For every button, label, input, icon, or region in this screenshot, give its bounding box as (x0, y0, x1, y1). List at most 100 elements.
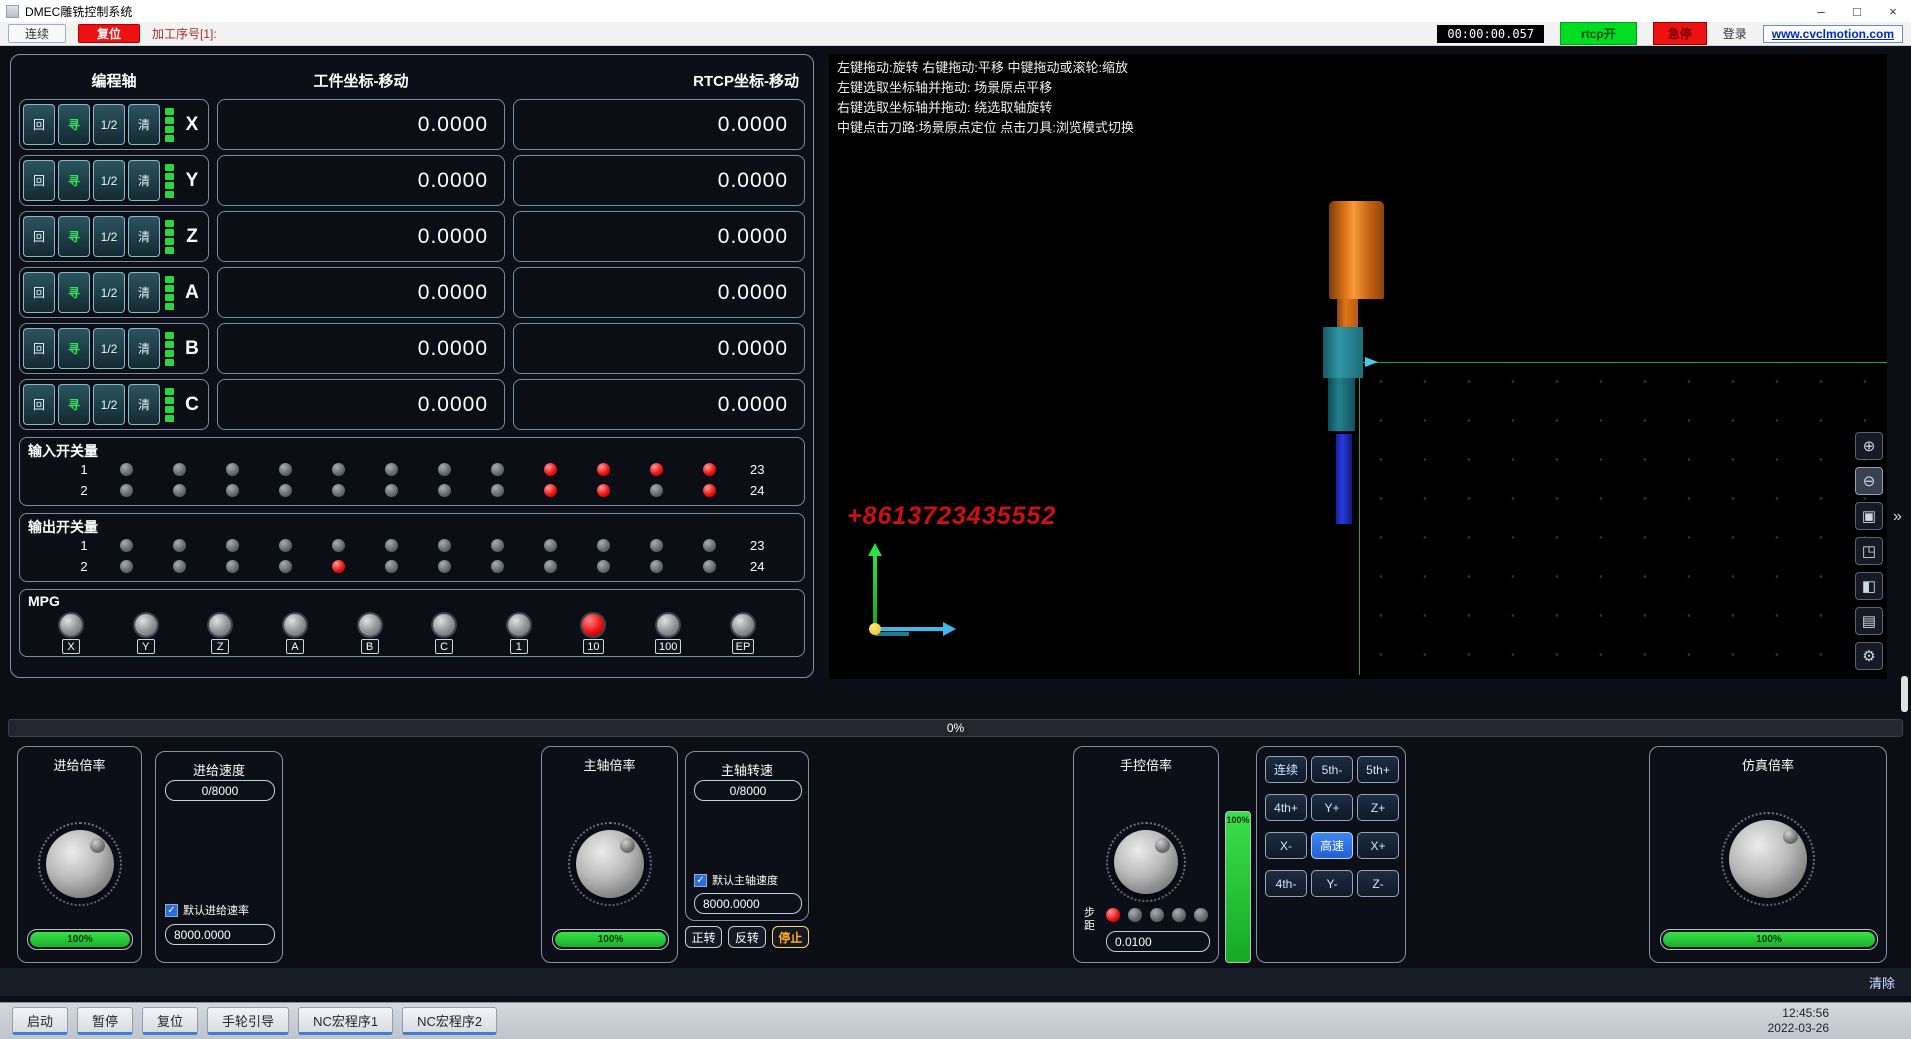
jog-x-minus-button[interactable]: X- (1265, 832, 1307, 859)
axis-c-half-button[interactable]: 1/2 (93, 384, 125, 425)
jog-y-minus-button[interactable]: Y- (1311, 870, 1353, 897)
login-button[interactable]: 登录 (1723, 25, 1747, 42)
axis-y-seek-button[interactable]: 寻 (58, 160, 90, 201)
mpg-ep-button[interactable]: EP (730, 612, 756, 654)
axis-led-indicator (165, 388, 174, 422)
triad-x-axis[interactable] (875, 627, 945, 631)
spindle-override-knob[interactable] (576, 830, 644, 898)
led-segment (165, 332, 174, 339)
handwheel-guide-button[interactable]: 手轮引导 (207, 1007, 289, 1035)
mpg-button-label: B (361, 639, 379, 654)
mpg-x10-button[interactable]: 10 (580, 612, 606, 654)
jog-4th-plus-button[interactable]: 4th+ (1265, 794, 1307, 821)
mpg-x100-button[interactable]: 100 (655, 612, 681, 654)
axis-x-clear-button[interactable]: 清 (128, 104, 160, 145)
axis-a-seek-button[interactable]: 寻 (58, 272, 90, 313)
minimize-button[interactable]: – (1803, 0, 1839, 22)
nc-macro-2-button[interactable]: NC宏程序2 (402, 1007, 497, 1035)
maximize-button[interactable]: □ (1839, 0, 1875, 22)
3d-viewport[interactable]: 左键拖动:旋转 右键拖动:平移 中键拖动或滚轮:缩放左键选取坐标轴并拖动: 场景… (829, 54, 1887, 679)
jog-x-plus-button[interactable]: X+ (1357, 832, 1399, 859)
jog-z-minus-button[interactable]: Z- (1357, 870, 1399, 897)
start-button[interactable]: 启动 (12, 1007, 68, 1035)
axis-a-clear-button[interactable]: 清 (128, 272, 160, 313)
axis-c-seek-button[interactable]: 寻 (58, 384, 90, 425)
axis-button-group: 回寻1/2清A (19, 267, 209, 318)
close-button[interactable]: × (1875, 0, 1911, 22)
axis-b-seek-button[interactable]: 寻 (58, 328, 90, 369)
mpg-x1-button[interactable]: 1 (506, 612, 532, 654)
default-spindle-value-field[interactable]: 8000.0000 (694, 893, 802, 914)
triad-z-axis[interactable] (873, 555, 877, 629)
axis-z-half-button[interactable]: 1/2 (93, 216, 125, 257)
spindle-stop-button[interactable]: 停止 (772, 926, 809, 948)
jog-y-plus-button[interactable]: Y+ (1311, 794, 1353, 821)
axis-z-home-button[interactable]: 回 (23, 216, 55, 257)
rtcp-toggle-button[interactable]: rtcp开 (1560, 22, 1637, 45)
input-1-led-7 (438, 463, 451, 476)
sim-override-knob[interactable] (1729, 820, 1807, 898)
axis-z-clear-button[interactable]: 清 (128, 216, 160, 257)
axis-x-seek-button[interactable]: 寻 (58, 104, 90, 145)
vendor-link[interactable]: www.cvclmotion.com (1763, 25, 1903, 43)
default-spindle-checkbox[interactable]: 默认主轴速度 (694, 872, 778, 888)
axis-z-seek-button[interactable]: 寻 (58, 216, 90, 257)
axis-b-clear-button[interactable]: 清 (128, 328, 160, 369)
axis-a-half-button[interactable]: 1/2 (93, 272, 125, 313)
mpg-z-button[interactable]: Z (207, 612, 233, 654)
axis-a-home-button[interactable]: 回 (23, 272, 55, 313)
axis-c-clear-button[interactable]: 清 (128, 384, 160, 425)
feed-override-knob[interactable] (46, 830, 114, 898)
view-iso-button[interactable]: ◳ (1855, 537, 1883, 565)
scrollbar-thumb[interactable] (1901, 676, 1908, 712)
default-feed-checkbox[interactable]: 默认进给速率 (165, 902, 249, 918)
clear-button[interactable]: 清除 (1869, 973, 1895, 992)
panel-expand-chevron-icon[interactable]: » (1893, 508, 1902, 526)
mpg-y-button[interactable]: Y (133, 612, 159, 654)
view-grid-button[interactable]: ▤ (1855, 607, 1883, 635)
mpg-a-button[interactable]: A (282, 612, 308, 654)
jog-4th-minus-button[interactable]: 4th- (1265, 870, 1307, 897)
jog-continuous-button[interactable]: 连续 (1265, 756, 1307, 783)
jog-5th-minus-button[interactable]: 5th- (1311, 756, 1353, 783)
axis-y-home-button[interactable]: 回 (23, 160, 55, 201)
toolbar-right-group: 00:00:00.057 rtcp开 急停 登录 www.cvclmotion.… (1437, 22, 1903, 45)
work-coordinate-value: 0.0000 (217, 379, 505, 430)
manual-override-knob[interactable] (1114, 830, 1178, 894)
reset-button[interactable]: 复位 (78, 24, 140, 43)
pause-button[interactable]: 暂停 (77, 1007, 133, 1035)
axis-b-home-button[interactable]: 回 (23, 328, 55, 369)
led-segment (165, 173, 174, 180)
spindle-reverse-button[interactable]: 反转 (728, 926, 765, 948)
feed-override-knob-wrap (46, 830, 114, 898)
view-settings-button[interactable]: ⚙ (1855, 642, 1883, 670)
continue-button[interactable]: 连续 (8, 24, 66, 43)
estop-button[interactable]: 急停 (1653, 22, 1707, 45)
axis-x-half-button[interactable]: 1/2 (93, 104, 125, 145)
view-top-button[interactable]: ▣ (1855, 502, 1883, 530)
mpg-x-button[interactable]: X (58, 612, 84, 654)
led-segment (165, 247, 174, 254)
mpg-buttons: X Y Z A B C 1 10 100 EP (28, 612, 796, 654)
axis-x-home-button[interactable]: 回 (23, 104, 55, 145)
jog-z-plus-button[interactable]: Z+ (1357, 794, 1399, 821)
axis-y-clear-button[interactable]: 清 (128, 160, 160, 201)
default-feed-value-field[interactable]: 8000.0000 (165, 924, 275, 945)
reset-button[interactable]: 复位 (142, 1007, 198, 1035)
view-side-button[interactable]: ◧ (1855, 572, 1883, 600)
jog-rapid-button[interactable]: 高速 (1311, 832, 1353, 859)
output-switch-title: 输出开关量 (28, 517, 796, 535)
mpg-b-button[interactable]: B (357, 612, 383, 654)
zoom-out-button[interactable]: ⊖ (1855, 467, 1883, 495)
mpg-c-button[interactable]: C (431, 612, 457, 654)
step-value-field[interactable]: 0.0100 (1106, 931, 1210, 952)
axis-y-half-button[interactable]: 1/2 (93, 160, 125, 201)
axis-c-home-button[interactable]: 回 (23, 384, 55, 425)
jog-5th-plus-button[interactable]: 5th+ (1357, 756, 1399, 783)
sim-override-bar: 100% (1660, 929, 1878, 950)
spindle-forward-button[interactable]: 正转 (685, 926, 722, 948)
tool-holder (1329, 201, 1384, 299)
zoom-in-button[interactable]: ⊕ (1855, 432, 1883, 460)
axis-b-half-button[interactable]: 1/2 (93, 328, 125, 369)
nc-macro-1-button[interactable]: NC宏程序1 (298, 1007, 393, 1035)
